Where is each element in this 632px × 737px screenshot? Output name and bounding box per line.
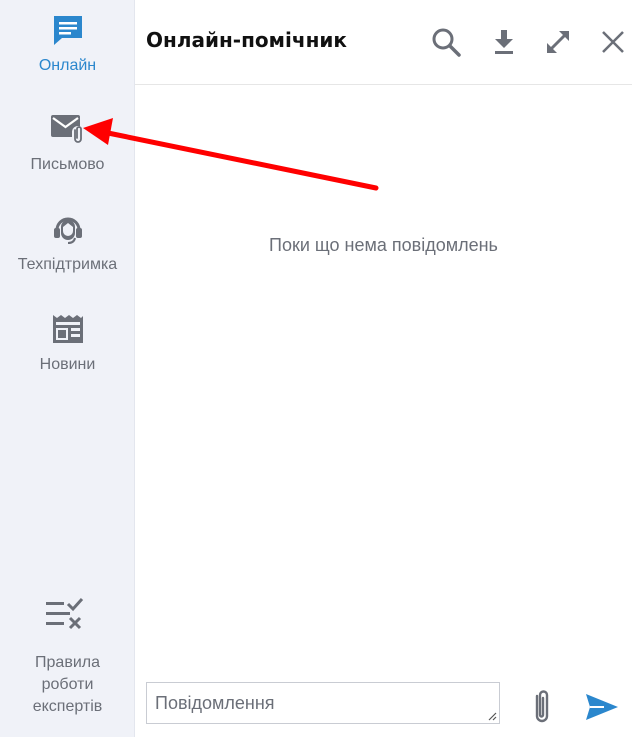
chat-icon (53, 16, 82, 45)
sidebar-item-support[interactable]: Техпідтримка (0, 213, 135, 275)
send-button[interactable] (584, 692, 620, 722)
sidebar-item-expert-rules[interactable]: Правила роботи експертів (0, 596, 135, 718)
sidebar-item-label: Новини (39, 356, 96, 373)
page-title: Онлайн-помічник (146, 28, 347, 52)
sidebar-item-label: Техпідтримка (17, 256, 118, 273)
sidebar-item-label: Правила роботи експертів (32, 654, 103, 715)
search-icon (432, 28, 461, 57)
download-icon (495, 30, 513, 54)
paperclip-icon (535, 690, 549, 723)
empty-state-message: Поки що нема повідомлень (269, 235, 498, 255)
close-button[interactable] (598, 27, 628, 57)
checklist-icon (45, 597, 83, 630)
sidebar-item-label: Письмово (30, 156, 105, 173)
chat-widget: Онлайн Письмово Техпідтримка Новини Прав… (0, 0, 632, 737)
expand-icon (546, 30, 570, 54)
sidebar: Онлайн Письмово Техпідтримка Новини Прав… (0, 0, 135, 737)
headset-icon (53, 217, 82, 244)
send-icon (586, 694, 618, 720)
search-button[interactable] (431, 27, 461, 57)
message-input[interactable] (146, 682, 500, 724)
mail-attachment-icon (50, 115, 84, 145)
sidebar-item-online[interactable]: Онлайн (0, 14, 135, 76)
sidebar-item-written[interactable]: Письмово (0, 113, 135, 175)
sidebar-item-news[interactable]: Новини (0, 313, 135, 375)
download-button[interactable] (489, 27, 519, 57)
expand-button[interactable] (543, 27, 573, 57)
attach-button[interactable] (528, 688, 556, 726)
newspaper-icon (52, 315, 83, 343)
close-icon (602, 31, 624, 53)
resize-grip-icon[interactable] (485, 709, 497, 721)
sidebar-item-label: Онлайн (38, 57, 97, 74)
header: Онлайн-помічник (135, 0, 632, 85)
